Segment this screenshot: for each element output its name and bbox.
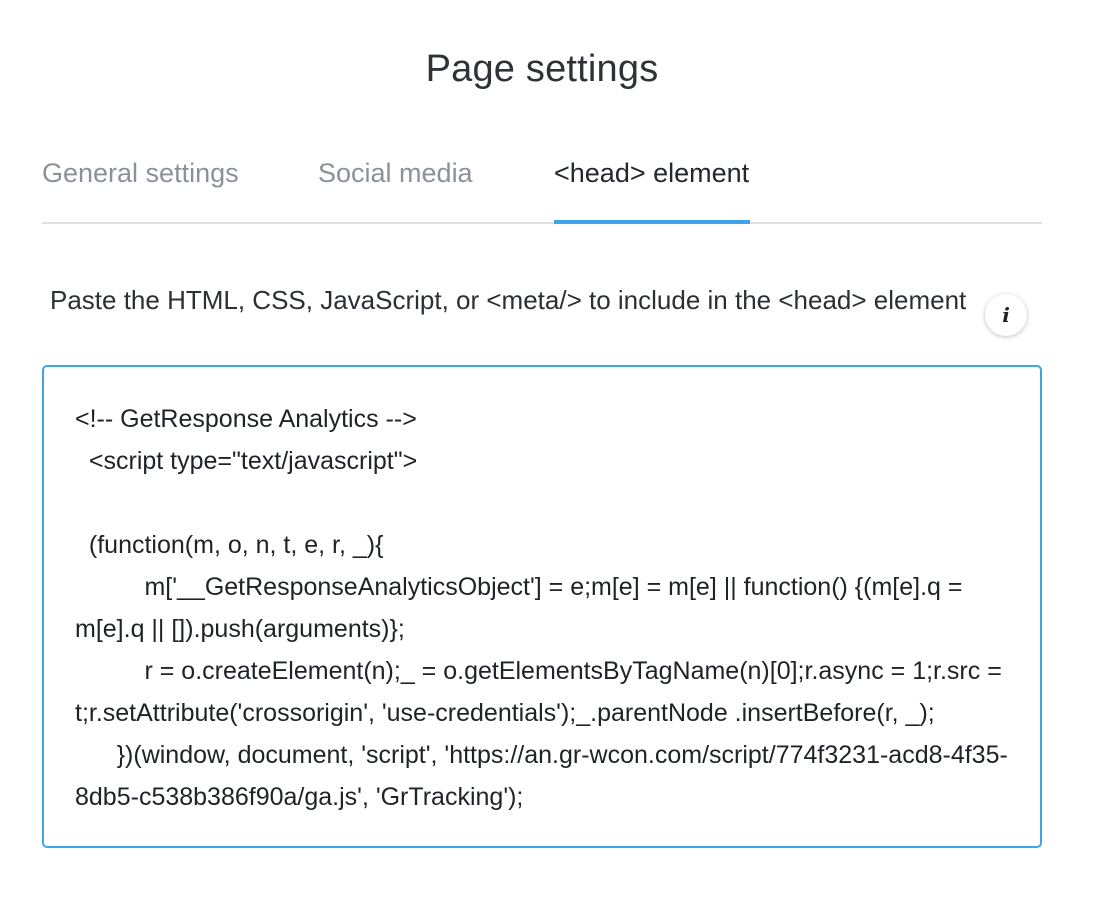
info-icon: i xyxy=(1002,303,1010,327)
settings-tabs: General settings Social media <head> ele… xyxy=(42,150,1042,224)
head-description: Paste the HTML, CSS, JavaScript, or <met… xyxy=(50,285,967,315)
tab-general-settings[interactable]: General settings xyxy=(42,158,239,189)
page-title: Page settings xyxy=(425,48,659,90)
head-code-content[interactable]: <!-- GetResponse Analytics --> <script t… xyxy=(75,398,1015,818)
info-button[interactable]: i xyxy=(985,294,1027,336)
tab-head-element[interactable]: <head> element xyxy=(554,158,749,189)
active-tab-indicator xyxy=(554,220,750,224)
head-code-textarea[interactable]: <!-- GetResponse Analytics --> <script t… xyxy=(42,365,1042,848)
tab-social-media[interactable]: Social media xyxy=(318,158,473,189)
